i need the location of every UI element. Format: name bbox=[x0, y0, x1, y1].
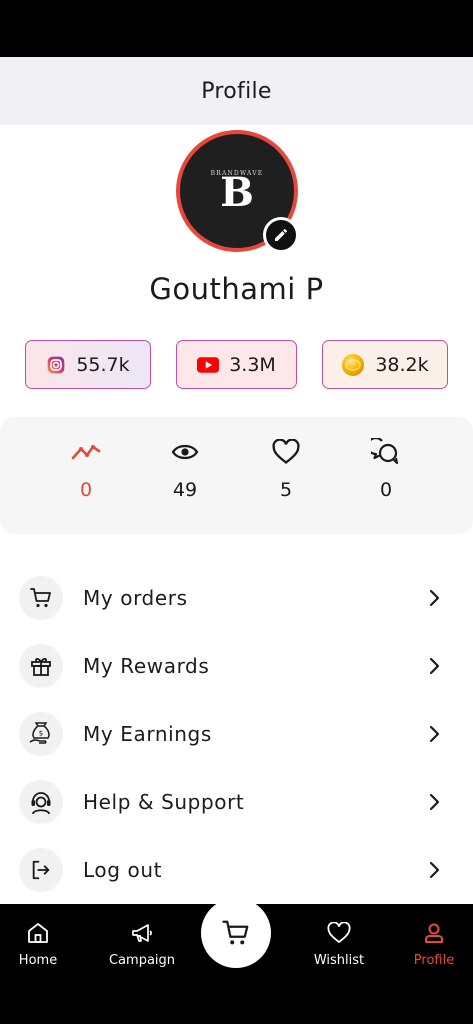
menu-icon-bg bbox=[19, 848, 63, 892]
nav-label: Profile bbox=[413, 953, 455, 968]
nav-home[interactable]: Home bbox=[0, 921, 83, 968]
edit-avatar-button[interactable] bbox=[263, 217, 299, 253]
money-bag-icon: $ bbox=[29, 722, 50, 744]
instagram-count: 55.7k bbox=[76, 353, 130, 376]
stat-trend[interactable]: 0 bbox=[56, 437, 116, 501]
instagram-chip[interactable]: 55.7k bbox=[25, 340, 151, 389]
stat-comments[interactable]: 0 bbox=[356, 437, 416, 501]
youtube-chip[interactable]: 3.3M bbox=[176, 340, 297, 389]
nav-label: Wishlist bbox=[313, 953, 365, 968]
chat-icon bbox=[371, 438, 398, 464]
avatar-container: BRANDWAVE B bbox=[176, 130, 299, 253]
youtube-icon bbox=[197, 356, 220, 373]
menu-label: My orders bbox=[83, 586, 188, 610]
pencil-icon bbox=[275, 228, 288, 241]
stat-likes[interactable]: 5 bbox=[256, 437, 316, 501]
svg-text:$: $ bbox=[39, 730, 43, 738]
chevron-right-icon bbox=[424, 792, 444, 812]
heart-icon bbox=[272, 439, 300, 464]
support-agent-icon bbox=[31, 792, 51, 815]
chevron-right-icon bbox=[424, 588, 444, 608]
stat-comments-value: 0 bbox=[379, 479, 393, 501]
menu-label: Help & Support bbox=[83, 790, 245, 814]
eye-icon bbox=[171, 444, 199, 460]
logout-icon bbox=[32, 860, 50, 880]
status-bar bbox=[0, 0, 473, 57]
chevron-right-icon bbox=[424, 860, 444, 880]
cart-icon bbox=[222, 920, 249, 945]
nav-wishlist[interactable]: Wishlist bbox=[294, 921, 384, 968]
menu-label: Log out bbox=[83, 858, 163, 882]
coins-chip[interactable]: 38.2k bbox=[322, 340, 448, 389]
gift-icon bbox=[31, 658, 51, 676]
megaphone-icon bbox=[132, 924, 152, 942]
stat-likes-value: 5 bbox=[279, 479, 293, 501]
page-header: Profile bbox=[0, 57, 473, 125]
nav-profile[interactable]: Profile bbox=[389, 921, 473, 968]
menu-icon-bg bbox=[19, 576, 63, 620]
trend-icon bbox=[71, 445, 101, 460]
menu-icon-bg: $ bbox=[19, 712, 63, 756]
menu-label: My Rewards bbox=[83, 654, 210, 678]
instagram-icon bbox=[48, 356, 65, 373]
cart-fab-button[interactable] bbox=[201, 898, 271, 968]
stat-views[interactable]: 49 bbox=[155, 437, 215, 501]
page-title: Profile bbox=[201, 78, 272, 104]
nav-label: Campaign bbox=[108, 953, 176, 968]
profile-content[interactable]: BRANDWAVE B Gouthami P 55.7k 3.3M 38.2k … bbox=[0, 125, 473, 904]
engagement-stats: 0 49 5 0 bbox=[0, 417, 473, 534]
chevron-right-icon bbox=[424, 724, 444, 744]
heart-icon bbox=[327, 922, 351, 944]
menu-icon-bg bbox=[19, 780, 63, 824]
user-icon bbox=[425, 923, 443, 943]
menu-icon-bg bbox=[19, 644, 63, 688]
chevron-right-icon bbox=[424, 656, 444, 676]
home-icon bbox=[28, 923, 48, 943]
menu-item-support[interactable]: Help & Support bbox=[0, 772, 473, 832]
menu-item-orders[interactable]: My orders bbox=[0, 568, 473, 628]
nav-label: Home bbox=[18, 953, 58, 968]
stat-views-value: 49 bbox=[172, 479, 198, 501]
brand-letter: B bbox=[220, 168, 254, 216]
coins-count: 38.2k bbox=[375, 353, 429, 376]
nav-campaign[interactable]: Campaign bbox=[97, 921, 187, 968]
menu-label: My Earnings bbox=[83, 722, 212, 746]
stat-trend-value: 0 bbox=[79, 479, 93, 501]
youtube-count: 3.3M bbox=[229, 353, 276, 376]
coin-icon bbox=[342, 353, 365, 376]
cart-icon bbox=[30, 588, 51, 608]
menu-item-earnings[interactable]: $ My Earnings bbox=[0, 704, 473, 764]
menu-item-logout[interactable]: Log out bbox=[0, 840, 473, 900]
menu-item-rewards[interactable]: My Rewards bbox=[0, 636, 473, 696]
user-name: Gouthami P bbox=[149, 272, 324, 306]
bottom-navigation: Home Campaign Wishlist Profile bbox=[0, 898, 473, 1024]
social-stats-row: 55.7k 3.3M 38.2k bbox=[25, 340, 448, 390]
